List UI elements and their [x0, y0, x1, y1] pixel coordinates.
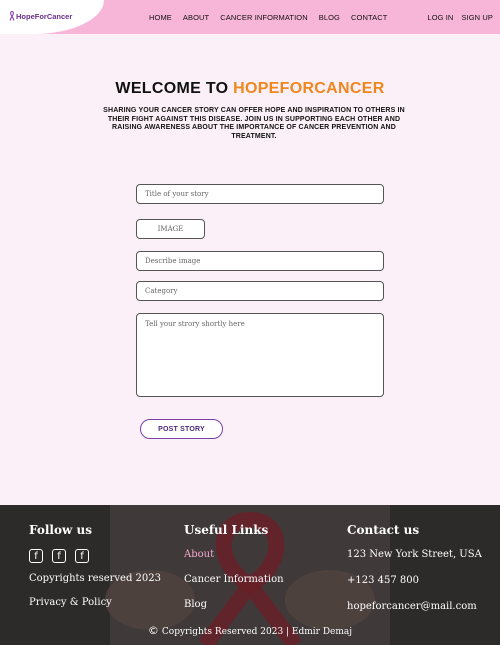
signup-link[interactable]: SIGN UP — [461, 13, 493, 22]
auth-links: LOG IN SIGN UP — [427, 13, 493, 22]
main-nav: HOME ABOUT CANCER INFORMATION BLOG CONTA… — [149, 13, 387, 22]
awareness-ribbon-icon — [9, 11, 15, 21]
facebook-icon[interactable]: f — [29, 549, 43, 563]
welcome-brand: HOPEFORCANCER — [233, 80, 385, 97]
privacy-policy-link[interactable]: Privacy & Policy — [29, 597, 161, 608]
facebook-icon[interactable]: f — [52, 549, 66, 563]
useful-links-heading: Useful Links — [184, 523, 269, 537]
category-input[interactable]: Category — [136, 281, 384, 301]
social-icons: f f f — [29, 549, 161, 563]
footer-links-column: Useful Links About Cancer Information Bl… — [184, 523, 284, 624]
facebook-icon[interactable]: f — [75, 549, 89, 563]
login-link[interactable]: LOG IN — [427, 13, 453, 22]
nav-blog[interactable]: BLOG — [319, 13, 340, 22]
nav-home[interactable]: HOME — [149, 13, 172, 22]
contact-phone: +123 457 800 — [347, 575, 419, 586]
footer-copyright-text: Copyrights reserved 2023 — [29, 573, 161, 584]
intro-text: SHARING YOUR CANCER STORY CAN OFFER HOPE… — [103, 107, 405, 140]
footer-link-blog[interactable]: Blog — [184, 599, 284, 610]
bottom-copyright-text: Copyrights Reserved 2023 | Edmir Demaj — [161, 627, 353, 637]
welcome-heading: WELCOME TO HOPEFORCANCER — [0, 80, 500, 98]
copyright-icon: © — [147, 624, 159, 637]
footer: Follow us f f f Copyrights reserved 2023… — [0, 505, 500, 645]
nav-cancer-information[interactable]: CANCER INFORMATION — [220, 13, 308, 22]
contact-heading: Contact us — [347, 523, 420, 537]
follow-heading: Follow us — [29, 523, 92, 537]
logo-text: HopeForCancer — [16, 11, 73, 21]
bottom-copyright: © Copyrights Reserved 2023 | Edmir Demaj — [0, 624, 500, 637]
welcome-prefix: WELCOME TO — [115, 80, 234, 97]
describe-image-input[interactable]: Describe image — [136, 251, 384, 271]
top-navbar: HopeForCancer HOME ABOUT CANCER INFORMAT… — [0, 0, 500, 34]
story-textarea[interactable]: Tell your strory shortly here — [136, 313, 384, 397]
contact-email[interactable]: hopeforcancer@mail.com — [347, 601, 482, 612]
logo-area: HopeForCancer — [0, 0, 104, 34]
footer-link-cancer-information[interactable]: Cancer Information — [184, 574, 284, 585]
footer-contact-column: Contact us 123 New York Street, USA +123… — [347, 523, 482, 627]
story-title-input[interactable]: Title of your story — [136, 184, 384, 204]
site-logo[interactable]: HopeForCancer — [9, 11, 72, 21]
image-upload-button[interactable]: IMAGE — [136, 219, 205, 239]
footer-link-about[interactable]: About — [184, 549, 284, 560]
contact-address: 123 New York Street, USA — [347, 549, 482, 560]
post-story-button[interactable]: POST STORY — [140, 419, 223, 439]
nav-about[interactable]: ABOUT — [183, 13, 209, 22]
nav-contact[interactable]: CONTACT — [351, 13, 387, 22]
footer-follow-column: Follow us f f f Copyrights reserved 2023… — [29, 523, 161, 608]
